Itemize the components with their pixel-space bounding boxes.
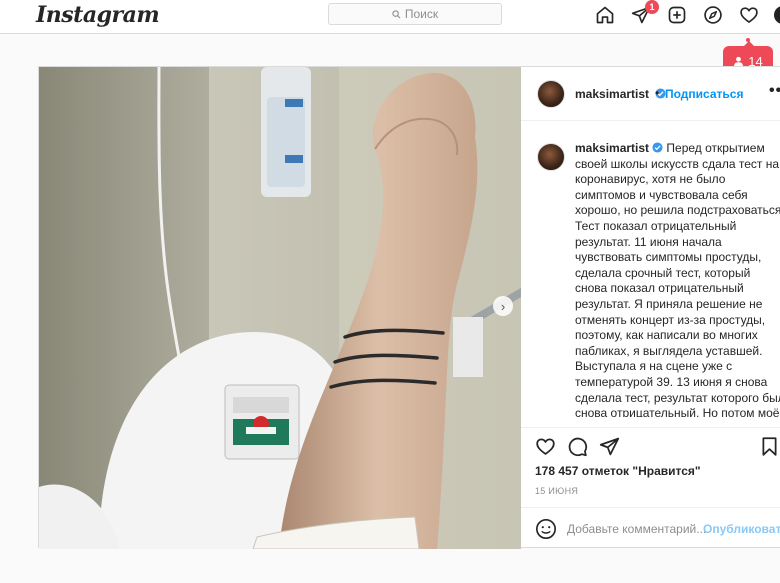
publish-comment-button[interactable]: Опубликовать	[703, 522, 780, 536]
next-photo-button[interactable]: ›	[493, 296, 513, 316]
share-icon[interactable]	[599, 436, 621, 458]
author-avatar[interactable]	[537, 80, 565, 108]
post-caption: maksimartist Перед открытием своей школы…	[521, 137, 780, 417]
activity-heart-icon[interactable]	[738, 4, 760, 26]
header-separator: •	[655, 86, 660, 100]
author-username[interactable]: maksimartist	[575, 87, 666, 101]
comment-bubble-icon[interactable]	[567, 436, 589, 458]
search-placeholder: Поиск	[404, 7, 439, 21]
caption-body: maksimartist Перед открытием своей школы…	[575, 141, 780, 417]
search-icon	[392, 9, 401, 18]
post-side-panel: maksimartist • Подписаться ••• maksimart…	[521, 67, 780, 549]
like-heart-icon[interactable]	[535, 436, 557, 458]
instagram-logo[interactable]: Instagram	[36, 2, 160, 28]
home-icon[interactable]	[594, 4, 616, 26]
explore-icon[interactable]	[702, 4, 724, 26]
likes-count[interactable]: 178 457 отметок "Нравится"	[535, 464, 701, 478]
profile-avatar[interactable]	[774, 6, 780, 24]
post-photo-image	[39, 67, 521, 549]
verified-badge-icon	[652, 142, 663, 153]
save-bookmark-icon[interactable]	[759, 436, 780, 458]
post-actions: 178 457 отметок "Нравится" 15 ИЮНЯ	[521, 427, 780, 517]
comment-input[interactable]: Добавьте комментарий...	[567, 522, 706, 536]
post-header: maksimartist • Подписаться •••	[521, 67, 780, 121]
comment-box: Добавьте комментарий... Опубликовать	[521, 507, 780, 549]
follow-button[interactable]: Подписаться	[665, 87, 743, 101]
caption-author-avatar[interactable]	[537, 143, 565, 171]
caption-text: Перед открытием своей школы искусств сда…	[575, 141, 780, 417]
emoji-smile-icon[interactable]	[535, 518, 557, 540]
post-photo[interactable]: ›	[39, 67, 521, 549]
dm-badge: 1	[645, 0, 659, 14]
direct-messages-icon[interactable]: 1	[630, 0, 659, 26]
top-nav-bar: Instagram Поиск 1	[0, 0, 780, 34]
post-card: › maksimartist • Подписаться ••• maksima…	[38, 66, 780, 549]
search-input[interactable]: Поиск	[328, 3, 502, 25]
more-options-icon[interactable]: •••	[769, 82, 780, 100]
user-icon	[734, 56, 744, 67]
new-post-icon[interactable]	[666, 4, 688, 26]
post-date[interactable]: 15 ИЮНЯ	[535, 486, 578, 496]
author-username-text: maksimartist	[575, 87, 650, 101]
nav-icons: 1	[594, 0, 760, 26]
caption-username[interactable]: maksimartist	[575, 141, 649, 155]
